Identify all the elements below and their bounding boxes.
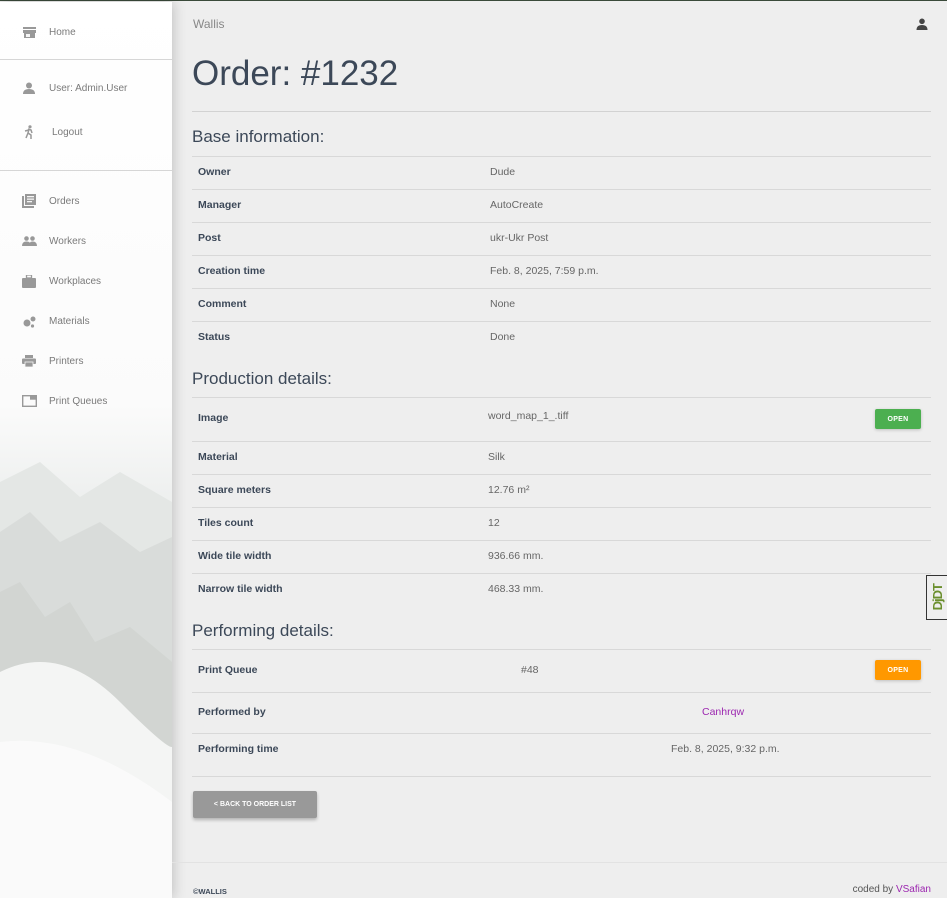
sidebar-item-home[interactable]: Home (0, 17, 172, 47)
table-rule (192, 397, 931, 398)
page-title: Order: #1232 (192, 54, 399, 93)
base-row-value: Done (490, 331, 516, 343)
debug-toolbar-handle[interactable]: DjDT (926, 575, 947, 620)
production-row-label: Material (198, 451, 238, 463)
printer-icon (21, 353, 37, 369)
sidebar-background-image (0, 462, 172, 898)
base-row-label: Comment (198, 298, 247, 310)
base-row-value: Feb. 8, 2025, 7:59 p.m. (490, 265, 599, 277)
account-icon[interactable] (916, 17, 930, 31)
author-link[interactable]: VSafian (896, 884, 931, 895)
table-rule (192, 776, 931, 777)
running-person-icon (21, 124, 37, 140)
base-row-label: Manager (198, 199, 242, 211)
open-print-queue-button[interactable]: OPEN (875, 660, 921, 680)
sidebar-divider (0, 170, 172, 171)
table-rule (192, 692, 931, 693)
copyright: ©WALLIS (193, 887, 227, 896)
sidebar-item-workplaces[interactable]: Workplaces (0, 266, 172, 296)
sidebar-item-label: Print Queues (49, 395, 108, 407)
sidebar-item-user[interactable]: User: Admin.User (0, 73, 172, 103)
sidebar-item-label: Orders (49, 195, 80, 207)
debug-toolbar-label: DjDT (929, 584, 945, 611)
table-rule (192, 507, 931, 508)
table-rule (192, 474, 931, 475)
performing-row-value: Feb. 8, 2025, 9:32 p.m. (671, 743, 780, 755)
sidebar-item-materials[interactable]: Materials (0, 306, 172, 336)
sidebar: Home User: Admin.User Logout Orders Work… (0, 2, 172, 898)
section-title-base: Base information: (192, 127, 325, 146)
person-icon (21, 80, 37, 96)
section-title-production: Production details: (192, 369, 332, 388)
performed-by-link[interactable]: Canhrqw (702, 706, 744, 718)
performing-row-label: Performing time (198, 743, 279, 755)
base-row-label: Post (198, 232, 221, 244)
table-rule (192, 321, 931, 322)
briefcase-icon (21, 273, 37, 289)
table-rule (192, 649, 931, 650)
divider (192, 111, 931, 112)
production-row-value: 12 (488, 517, 500, 529)
sidebar-divider (0, 59, 172, 60)
main-content: Wallis Order: #1232 Base information: Ow… (172, 2, 947, 898)
store-icon (21, 24, 37, 40)
sidebar-item-label: Materials (49, 315, 90, 327)
sidebar-item-workers[interactable]: Workers (0, 226, 172, 256)
base-row-label: Owner (198, 166, 231, 178)
open-image-button[interactable]: OPEN (875, 409, 921, 429)
base-row-value: ukr-Ukr Post (490, 232, 549, 244)
sidebar-item-orders[interactable]: Orders (0, 186, 172, 216)
sidebar-item-label: Logout (52, 126, 83, 138)
table-rule (192, 441, 931, 442)
production-row-value: word_map_1_.tiff (488, 410, 569, 422)
people-icon (21, 233, 37, 249)
table-rule (192, 540, 931, 541)
queue-icon (21, 393, 37, 409)
performing-row-label: Performed by (198, 706, 266, 718)
production-row-label: Wide tile width (198, 550, 272, 562)
bubble-chart-icon (21, 313, 37, 329)
performing-row-label: Print Queue (198, 664, 258, 676)
sidebar-item-print-queues[interactable]: Print Queues (0, 386, 172, 416)
base-row-value: None (490, 298, 516, 310)
sidebar-item-label: Workplaces (49, 275, 102, 287)
sidebar-item-label: Workers (49, 235, 87, 247)
sidebar-item-label: Home (49, 26, 76, 38)
footer-divider (172, 862, 947, 863)
production-row-label: Narrow tile width (198, 583, 283, 595)
base-row-value: AutoCreate (490, 199, 544, 211)
sidebar-item-label: User: Admin.User (49, 82, 128, 94)
table-rule (192, 288, 931, 289)
production-row-label: Tiles count (198, 517, 254, 529)
production-row-label: Image (198, 412, 229, 424)
table-rule (192, 573, 931, 574)
section-title-performing: Performing details: (192, 621, 334, 640)
base-row-label: Status (198, 331, 231, 343)
base-row-label: Creation time (198, 265, 266, 277)
coded-by: coded by VSafian (853, 884, 931, 895)
back-to-order-list-button[interactable]: < BACK TO ORDER LIST (193, 791, 317, 818)
sidebar-item-printers[interactable]: Printers (0, 346, 172, 376)
production-row-label: Square meters (198, 484, 271, 496)
sidebar-item-label: Printers (49, 355, 84, 367)
production-row-value: 468.33 mm. (488, 583, 544, 595)
table-rule (192, 222, 931, 223)
library-books-icon (21, 193, 37, 209)
table-rule (192, 189, 931, 190)
production-row-value: 12.76 m² (488, 484, 530, 496)
table-rule (192, 255, 931, 256)
table-rule (192, 156, 931, 157)
brand-name[interactable]: Wallis (193, 17, 225, 31)
production-row-value: 936.66 mm. (488, 550, 544, 562)
production-row-value: Silk (488, 451, 505, 463)
performing-row-value: #48 (521, 664, 539, 676)
base-row-value: Dude (490, 166, 516, 178)
sidebar-item-logout[interactable]: Logout (0, 117, 172, 147)
coded-by-label: coded by (852, 884, 894, 895)
table-rule (192, 733, 931, 734)
